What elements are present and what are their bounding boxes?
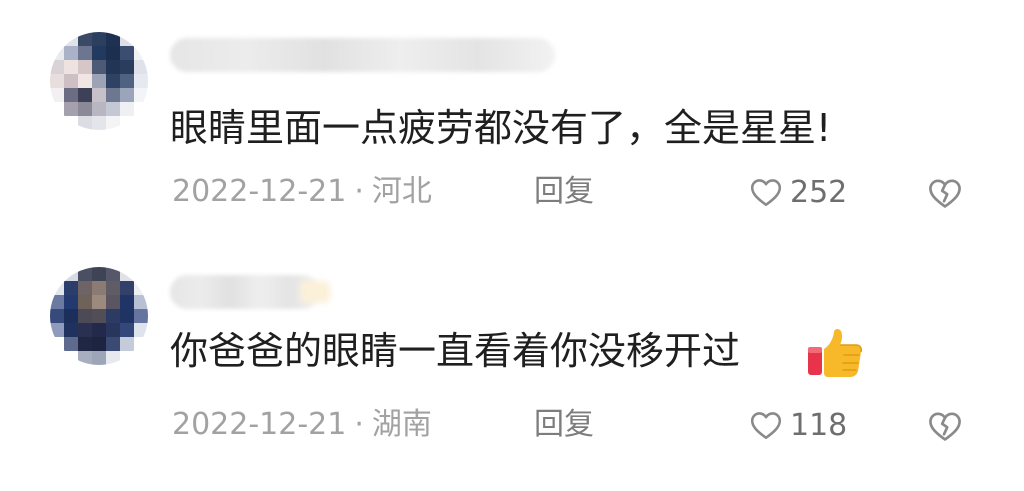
like-button[interactable]: 118 [748, 405, 847, 445]
comment-location: 湖南 [371, 407, 432, 442]
reply-button[interactable]: 回复 [534, 172, 594, 212]
comment-text: 眼睛里面一点疲劳都没有了，全是星星! [170, 106, 832, 150]
meta-separator: · [354, 407, 364, 442]
comment-meta: 2022-12-21 · 湖南 [172, 405, 432, 445]
username-redacted[interactable] [170, 38, 555, 72]
like-count: 252 [790, 174, 848, 210]
thumbs-up-icon [808, 329, 862, 377]
comment-meta: 2022-12-21 · 河北 [172, 172, 432, 212]
heart-icon [750, 412, 782, 440]
broken-heart-icon[interactable] [926, 407, 964, 445]
heart-icon [750, 179, 782, 207]
comment-text: 你爸爸的眼睛一直看着你没移开过 [170, 329, 741, 373]
comment-item: 你爸爸的眼睛一直看着你没移开过 2022-12-21 · 湖南 回复 118 [0, 245, 1024, 491]
like-count: 118 [790, 407, 848, 443]
meta-separator: · [354, 174, 364, 209]
comment-location: 河北 [371, 174, 432, 209]
broken-heart-icon[interactable] [926, 174, 964, 212]
like-button[interactable]: 252 [748, 172, 847, 212]
comment-date: 2022-12-21 [172, 174, 347, 209]
avatar[interactable] [50, 267, 148, 365]
reply-button[interactable]: 回复 [534, 405, 594, 445]
username-redacted[interactable] [170, 275, 320, 309]
comment-date: 2022-12-21 [172, 407, 347, 442]
comment-item: 眼睛里面一点疲劳都没有了，全是星星! 2022-12-21 · 河北 回复 252 [0, 0, 1024, 245]
avatar[interactable] [50, 32, 148, 130]
